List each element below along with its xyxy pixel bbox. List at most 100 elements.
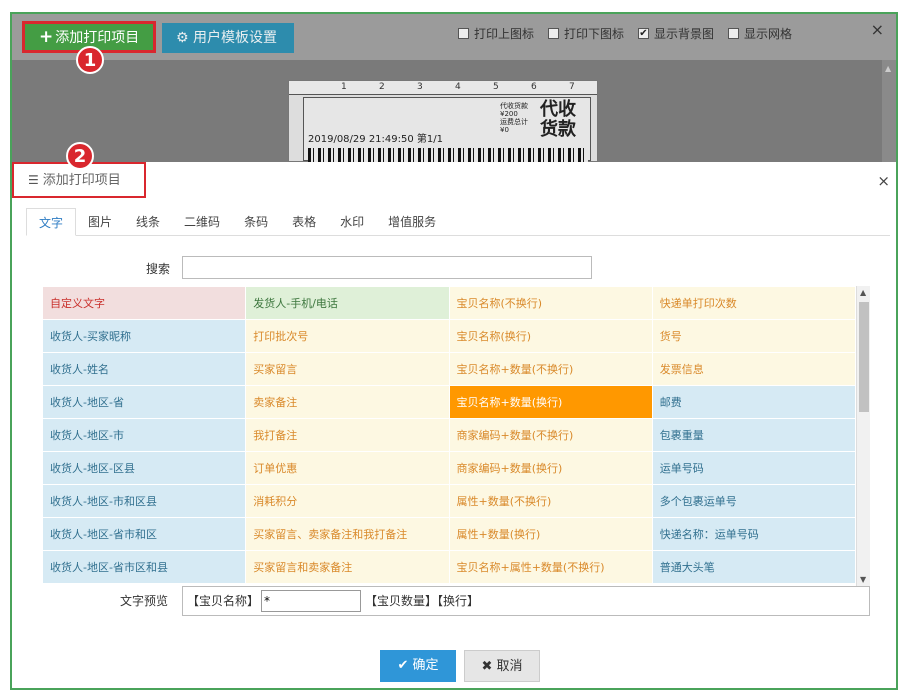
close-icon[interactable]: × bbox=[877, 172, 890, 190]
print-item-cell[interactable]: 买家留言 bbox=[245, 352, 450, 386]
preview-scrollbar[interactable]: ▲ bbox=[882, 60, 896, 162]
print-item-cell[interactable]: 属性+数量(换行) bbox=[448, 517, 653, 551]
top-toolbar: + 添加打印项目 ⚙ 用户模板设置 打印上图标 打印下图标 ✔ 显示背景图 显示网格… bbox=[12, 14, 896, 60]
tab-line[interactable]: 线条 bbox=[124, 208, 172, 236]
close-icon[interactable]: × bbox=[871, 20, 884, 39]
cod-small-line: 运费总计 bbox=[500, 118, 528, 126]
print-item-cell[interactable]: 卖家备注 bbox=[245, 385, 450, 419]
print-item-cell[interactable]: 自定义文字 bbox=[42, 286, 247, 320]
print-item-cell[interactable]: 快递名称：运单号码 bbox=[651, 517, 856, 551]
print-item-cell[interactable]: 宝贝名称+数量(换行) bbox=[448, 385, 653, 419]
checkbox-print-top-icon[interactable]: 打印上图标 bbox=[458, 25, 534, 42]
print-item-cell[interactable]: 收货人-姓名 bbox=[42, 352, 247, 386]
checkbox-label: 显示背景图 bbox=[654, 27, 715, 41]
print-item-cell[interactable]: 发票信息 bbox=[651, 352, 856, 386]
cod-big-text: 代收 货款 bbox=[540, 100, 576, 140]
print-item-grid: 自定义文字 发货人-手机/电话 宝贝名称(不换行) 快递单打印次数 收货人-买家昵称 打印… bbox=[42, 286, 856, 586]
print-item-cell[interactable]: 快递单打印次数 bbox=[651, 286, 856, 320]
preview-suffix: 【宝贝数量】【换行】 bbox=[365, 594, 480, 608]
print-item-cell[interactable]: 订单优惠 bbox=[245, 451, 450, 485]
print-item-cell[interactable]: 邮费 bbox=[651, 385, 856, 419]
print-item-cell[interactable]: 买家留言和卖家备注 bbox=[245, 550, 450, 584]
user-template-settings-button[interactable]: ⚙ 用户模板设置 bbox=[162, 23, 294, 53]
tab-text[interactable]: 文字 bbox=[26, 208, 77, 236]
label-content: 代收货款 ¥200 运费总计 ¥0 代收 货款 2019/08/29 21:49… bbox=[303, 97, 591, 164]
confirm-button[interactable]: ✔ 确定 bbox=[380, 650, 456, 682]
table-row: 收货人-地区-省市和区 买家留言、卖家备注和我打备注 属性+数量(换行) 快递名称：运… bbox=[42, 517, 856, 551]
table-row: 收货人-地区-市 我打备注 商家编码+数量(不换行) 包裹重量 bbox=[42, 418, 856, 452]
add-print-item-label: 添加打印项目 bbox=[55, 30, 140, 46]
ruler: 1 2 3 4 5 6 7 bbox=[289, 81, 597, 95]
cancel-button[interactable]: ✖ 取消 bbox=[464, 650, 540, 682]
tab-table[interactable]: 表格 bbox=[280, 208, 328, 236]
tab-qrcode[interactable]: 二维码 bbox=[172, 208, 232, 236]
print-item-cell[interactable]: 收货人-地区-省 bbox=[42, 385, 247, 419]
checkbox-show-background[interactable]: ✔ 显示背景图 bbox=[638, 25, 714, 42]
chevron-down-icon[interactable]: ▼ bbox=[860, 575, 866, 584]
preview-text-input[interactable] bbox=[261, 590, 362, 612]
print-item-cell[interactable]: 买家留言、卖家备注和我打备注 bbox=[245, 517, 450, 551]
print-item-cell[interactable]: 收货人-地区-市 bbox=[42, 418, 247, 452]
print-item-cell[interactable]: 打印批次号 bbox=[245, 319, 450, 353]
grid-scrollbar[interactable]: ▲ ▼ bbox=[856, 286, 870, 586]
table-row: 收货人-姓名 买家留言 宝贝名称+数量(不换行) 发票信息 bbox=[42, 352, 856, 386]
ruler-number: 6 bbox=[531, 82, 537, 92]
chevron-up-icon[interactable]: ▲ bbox=[860, 288, 866, 297]
cod-small-text: 代收货款 ¥200 运费总计 ¥0 bbox=[500, 102, 528, 134]
tab-image[interactable]: 图片 bbox=[76, 208, 124, 236]
step-badge-2: 2 bbox=[66, 142, 94, 170]
print-item-cell[interactable]: 收货人-地区-区县 bbox=[42, 451, 247, 485]
print-item-cell[interactable]: 收货人-地区-省市区和县 bbox=[42, 550, 247, 584]
print-item-cell[interactable]: 宝贝名称+属性+数量(不换行) bbox=[448, 550, 653, 584]
print-item-cell[interactable]: 宝贝名称(不换行) bbox=[448, 286, 653, 320]
cod-big-line: 货款 bbox=[540, 119, 576, 140]
search-input[interactable] bbox=[182, 256, 592, 279]
print-item-cell[interactable]: 收货人-地区-市和区县 bbox=[42, 484, 247, 518]
dialog-title-text: 添加打印项目 bbox=[42, 173, 121, 188]
table-row: 收货人-地区-市和区县 消耗积分 属性+数量(不换行) 多个包裹运单号 bbox=[42, 484, 856, 518]
search-label: 搜索 bbox=[146, 262, 171, 276]
print-item-cell[interactable]: 商家编码+数量(换行) bbox=[448, 451, 653, 485]
check-icon: ✔ bbox=[397, 658, 409, 673]
checkbox-show-grid[interactable]: 显示网格 bbox=[728, 25, 792, 42]
print-item-cell[interactable]: 我打备注 bbox=[245, 418, 450, 452]
tab-value-added[interactable]: 增值服务 bbox=[376, 208, 448, 236]
checkbox-print-bottom-icon[interactable]: 打印下图标 bbox=[548, 25, 624, 42]
cancel-label: 取消 bbox=[496, 659, 523, 674]
print-item-cell[interactable]: 普通大头笔 bbox=[651, 550, 856, 584]
tab-watermark[interactable]: 水印 bbox=[328, 208, 376, 236]
label-datetime: 2019/08/29 21:49:50 第1/1 bbox=[308, 134, 443, 145]
user-template-settings-label: 用户模板设置 bbox=[193, 30, 278, 46]
print-item-cell[interactable]: 发货人-手机/电话 bbox=[245, 286, 450, 320]
ruler-number: 3 bbox=[417, 82, 423, 92]
print-item-cell[interactable]: 宝贝名称(换行) bbox=[448, 319, 653, 353]
checkbox-box[interactable] bbox=[458, 28, 469, 39]
plus-icon: + bbox=[39, 27, 54, 47]
checkbox-box[interactable] bbox=[728, 28, 739, 39]
print-item-cell[interactable]: 宝贝名称+数量(不换行) bbox=[448, 352, 653, 386]
table-row: 收货人-买家昵称 打印批次号 宝贝名称(换行) 货号 bbox=[42, 319, 856, 353]
checkbox-box[interactable] bbox=[548, 28, 559, 39]
print-item-cell[interactable]: 商家编码+数量(不换行) bbox=[448, 418, 653, 452]
ruler-number: 2 bbox=[379, 82, 385, 92]
print-item-cell[interactable]: 包裹重量 bbox=[651, 418, 856, 452]
add-print-item-dialog: ☰ 添加打印项目 × 文字 图片 线条 二维码 条码 表格 水印 增值服务 搜索 … bbox=[12, 162, 896, 688]
chevron-up-icon[interactable]: ▲ bbox=[885, 64, 891, 73]
checkbox-box-checked[interactable]: ✔ bbox=[638, 28, 649, 39]
print-item-cell[interactable]: 收货人-地区-省市和区 bbox=[42, 517, 247, 551]
print-item-cell[interactable]: 收货人-买家昵称 bbox=[42, 319, 247, 353]
gear-icon: ⚙ bbox=[176, 30, 189, 46]
print-item-cell[interactable]: 多个包裹运单号 bbox=[651, 484, 856, 518]
tab-bar: 文字 图片 线条 二维码 条码 表格 水印 增值服务 bbox=[26, 208, 890, 236]
confirm-label: 确定 bbox=[412, 658, 439, 673]
ruler-number: 4 bbox=[455, 82, 461, 92]
print-item-cell[interactable]: 消耗积分 bbox=[245, 484, 450, 518]
cod-small-line: ¥200 bbox=[500, 110, 518, 118]
ruler-number: 1 bbox=[341, 82, 347, 92]
tab-barcode[interactable]: 条码 bbox=[232, 208, 280, 236]
print-item-cell[interactable]: 属性+数量(不换行) bbox=[448, 484, 653, 518]
scrollbar-thumb[interactable] bbox=[859, 302, 869, 412]
print-item-cell[interactable]: 运单号码 bbox=[651, 451, 856, 485]
print-item-table: 自定义文字 发货人-手机/电话 宝贝名称(不换行) 快递单打印次数 收货人-买家昵称 打印… bbox=[42, 286, 856, 584]
print-item-cell[interactable]: 货号 bbox=[651, 319, 856, 353]
